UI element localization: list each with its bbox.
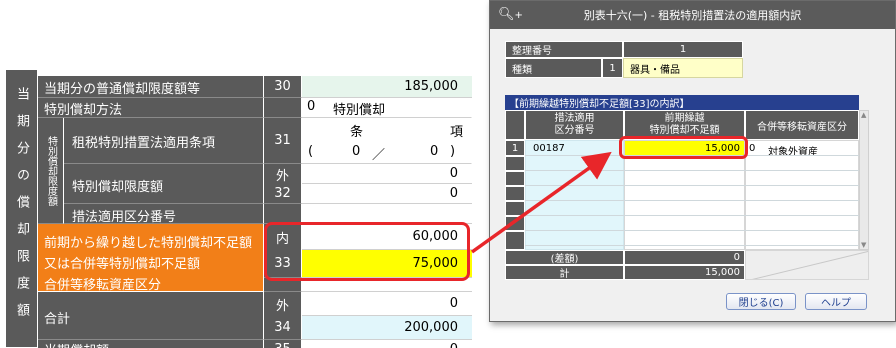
method-label-cell: 特別償却方法: [38, 98, 264, 118]
row31-slash: ／: [372, 148, 386, 163]
shurui-code: 1: [602, 58, 623, 78]
highlight-callout-left: [264, 222, 470, 281]
row-index-7: [505, 231, 525, 250]
help-button[interactable]: ヘルプ: [805, 293, 867, 310]
row31-v1: 0: [352, 144, 361, 159]
row-index-5: [505, 201, 525, 216]
method-num-blank: [264, 98, 302, 118]
total-value: 15,000: [624, 265, 745, 280]
kbn-column[interactable]: 0 対象外資産: [745, 140, 859, 250]
row32-label-cell: 特別償却限度額: [64, 164, 264, 204]
carryover-label-cell: 前期から繰り越した特別償却不足額 又は合併等特別償却不足額 合併等移転資産区分: [38, 224, 264, 292]
row32-num: 32: [264, 184, 302, 204]
total-label-cell: 合計: [38, 292, 264, 340]
code-column[interactable]: 00187: [525, 140, 624, 250]
row1-kbn: 0: [749, 143, 756, 154]
row34-gai: 外: [264, 292, 302, 316]
row-index-4: [505, 186, 525, 201]
col-header-code-1: 措法適用: [554, 113, 595, 124]
row31-label: 租税特別措置法適用条項: [72, 136, 216, 151]
col-header-kbn: 合併等移転資産区分: [745, 110, 859, 140]
grid-corner: [505, 110, 525, 140]
category-label-cell: 措法適用区分番号: [64, 204, 264, 224]
close-button[interactable]: 閉じる(C): [726, 293, 796, 310]
row-index-1: 1: [505, 140, 525, 156]
row31-label-cell: 租税特別措置法適用条項: [64, 118, 264, 164]
row31-num: 31: [264, 118, 302, 164]
row31-kou: 項: [450, 125, 464, 140]
row-index-6: [505, 216, 525, 231]
diff-label: (差額): [505, 250, 624, 265]
col-header-amount-1: 前期繰越: [664, 113, 705, 124]
search-plus-icon: 🔍︎+: [498, 7, 523, 22]
row35-label-cell: 当期償却額: [38, 340, 264, 348]
section-vertical-label: 当期分の償却限度額: [6, 70, 38, 348]
method-field[interactable]: 0 特別償却: [302, 98, 472, 118]
row-index-3: [505, 171, 525, 186]
seiri-label: 整理番号: [505, 41, 623, 58]
row32-gai: 外: [264, 164, 302, 184]
row30-num: 30: [264, 76, 302, 98]
row1-code[interactable]: 00187: [533, 143, 565, 154]
scroll-up-icon[interactable]: ▲: [861, 111, 866, 119]
category-num-blank: [264, 204, 302, 224]
row31-v2: 0: [430, 144, 439, 159]
highlight-callout-right: [619, 136, 748, 159]
row34-value2[interactable]: 200,000: [302, 316, 472, 340]
method-value: 特別償却: [333, 103, 386, 118]
row32-label: 特別償却限度額: [72, 180, 164, 195]
row31-field[interactable]: 条 項 ( 0 ／ 0 ): [302, 118, 472, 164]
special-limit-vertical-text: 特別償却限度額: [45, 135, 57, 206]
col-header-code-2: 区分番号: [554, 125, 595, 136]
category-label: 措法適用区分番号: [72, 210, 177, 224]
scroll-down-icon[interactable]: ▼: [861, 241, 866, 249]
row35-label: 当期償却額: [44, 340, 109, 348]
row34-num: 34: [264, 316, 302, 340]
carryover-label-2: 又は合併等特別償却不足額: [44, 257, 201, 272]
section-vertical-text: 当期分の償却限度額: [14, 87, 29, 330]
shurui-label: 種類: [505, 58, 602, 78]
row35-value[interactable]: 0: [302, 340, 472, 348]
diff-total-blank: [745, 250, 869, 280]
row35-num: 35: [264, 340, 302, 348]
breakdown-dialog: 🔍︎+ 別表十六(一) - 租税特別措置法の適用額内訳 整理番号 1 種類 1 …: [489, 0, 896, 322]
carryover-label-1: 前期から繰り越した特別償却不足額: [44, 236, 253, 251]
row31-jou: 条: [350, 125, 364, 140]
seiri-value: 1: [623, 41, 743, 58]
row32-value2[interactable]: 0: [302, 184, 472, 204]
row-index-column: 1: [505, 140, 525, 250]
carryover-label-3: 合併等移転資産区分: [44, 278, 162, 292]
diff-value: 0: [624, 250, 745, 265]
row30-value[interactable]: 185,000: [302, 76, 472, 98]
col-header-code: 措法適用 区分番号: [525, 110, 624, 140]
left-form: 当期分の償却限度額 当期分の普通償却限度額等 30 185,000 特別償却方法…: [0, 0, 472, 348]
row30-label: 当期分の普通償却限度額等: [44, 82, 201, 97]
section-title: 【前期繰越特別償却不足額[33]の内訳】: [505, 95, 859, 110]
row32-value1[interactable]: 0: [302, 164, 472, 184]
row31-paren-open: (: [308, 144, 314, 159]
dialog-titlebar: 🔍︎+ 別表十六(一) - 租税特別措置法の適用額内訳: [490, 1, 895, 29]
total-label: 合計: [44, 312, 71, 327]
shurui-value[interactable]: 器具・備品: [623, 58, 743, 78]
grid-scrollbar[interactable]: ▲ ▼: [859, 110, 869, 250]
row1-kbn-text: 対象外資産: [768, 147, 818, 158]
row-index-2: [505, 156, 525, 171]
method-code: 0: [307, 99, 316, 114]
row31-paren-close: ): [450, 144, 456, 159]
row30-label-cell: 当期分の普通償却限度額等: [38, 76, 264, 98]
total-label: 計: [505, 265, 624, 280]
row34-value1[interactable]: 0: [302, 292, 472, 316]
dialog-title: 別表十六(一) - 租税特別措置法の適用額内訳: [583, 9, 802, 22]
category-value[interactable]: [302, 204, 472, 224]
method-label: 特別償却方法: [44, 103, 123, 118]
special-limit-vertical: 特別償却限度額: [38, 118, 64, 224]
diagonal-line: [752, 251, 868, 279]
